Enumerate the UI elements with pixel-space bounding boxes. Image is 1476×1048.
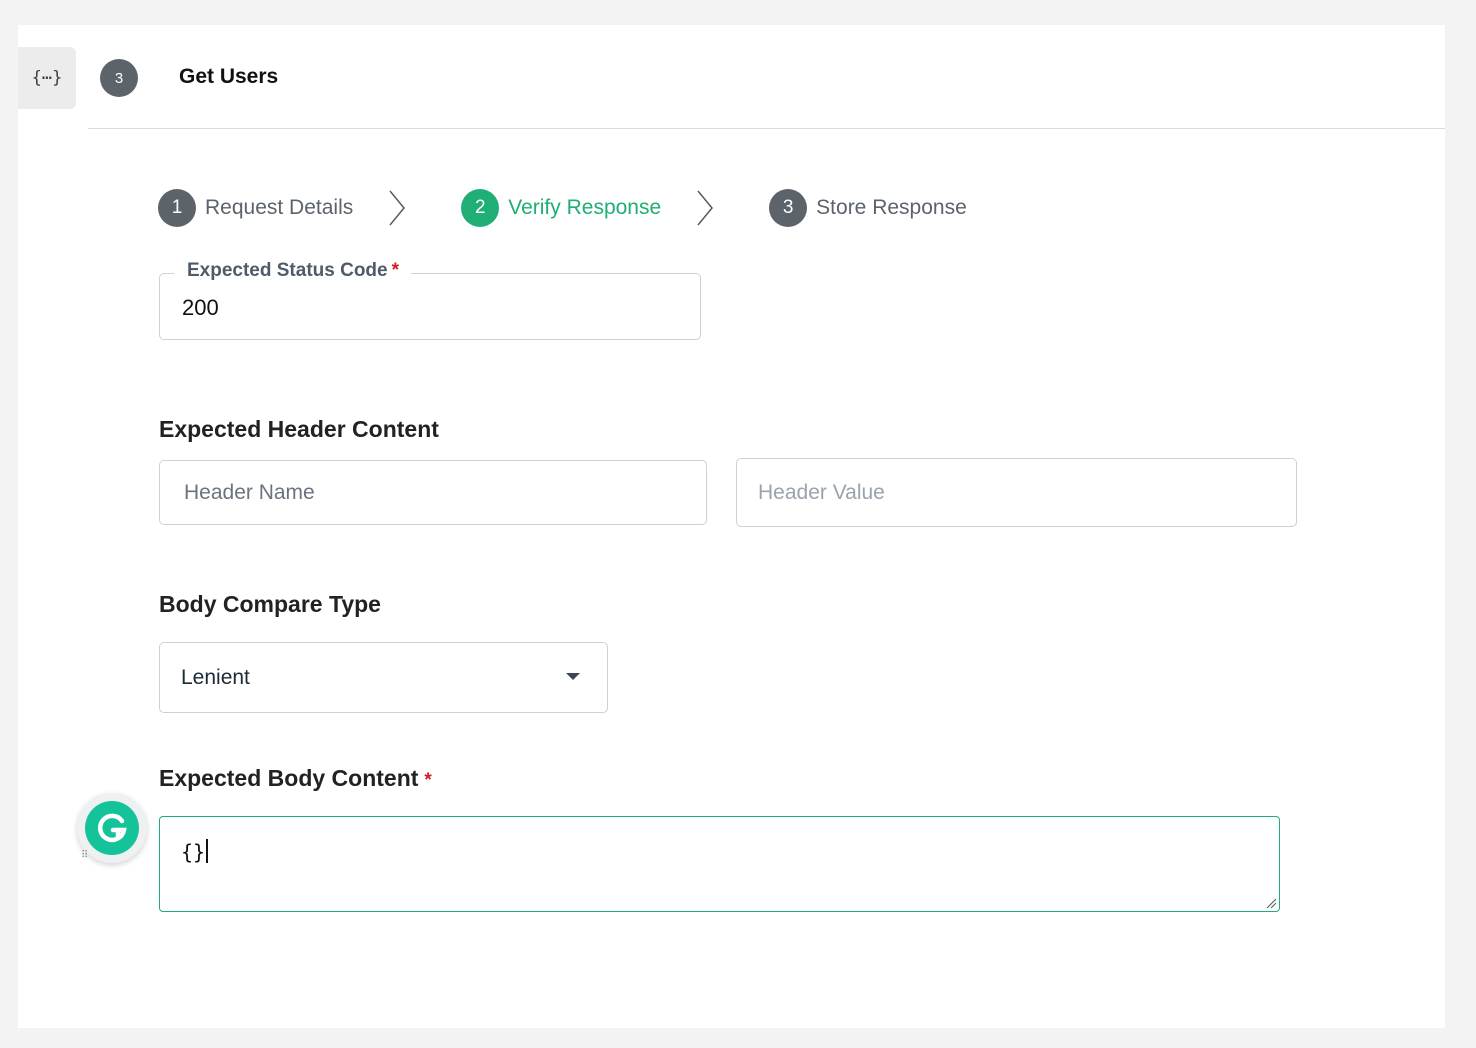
curly-braces-icon[interactable]: {⋯} [18,47,76,109]
expected-body-content-textarea[interactable]: {} [159,816,1280,912]
drag-handle-icon[interactable]: ⠿ [81,851,88,861]
step-label: Verify Response [508,196,662,219]
stepper: 1 Request Details 2 Verify Response 3 St… [158,188,967,228]
required-mark: * [424,770,432,791]
grammarly-icon[interactable]: ⠿ [77,793,147,863]
curly-braces-glyph: {⋯} [31,68,63,88]
body-content-label: Expected Body Content * [159,765,432,792]
body-content-text: {} [181,840,206,864]
body-compare-type-select[interactable]: Lenient [159,642,608,713]
text-cursor [206,839,208,863]
header-value-input[interactable]: Header Value [736,458,1297,527]
step-label: Request Details [205,196,354,219]
request-card: {⋯} 3 Get Users 1 Request Details 2 Veri… [18,25,1445,1028]
step-number: 2 [461,189,500,227]
expected-status-code-field[interactable]: Expected Status Code * 200 [159,260,701,340]
body-content-label-text: Expected Body Content [159,765,419,791]
required-mark: * [391,260,400,281]
grammarly-badge [85,801,139,855]
body-compare-selected-value: Lenient [181,665,250,689]
body-compare-type-label: Body Compare Type [159,591,381,617]
body-content-value: {} [181,839,208,864]
resize-handle-icon[interactable] [1265,897,1277,909]
step-store-response[interactable]: 3 Store Response [769,189,967,227]
header-name-input[interactable]: Header Name [159,460,707,525]
header-content-label: Expected Header Content [159,416,439,442]
grammarly-g-icon [97,813,127,843]
step-number: 3 [769,189,808,227]
caret-down-icon [566,673,580,680]
header-name-placeholder: Header Name [184,480,315,504]
step-number: 1 [158,189,196,227]
step-verify-response[interactable]: 2 Verify Response [461,189,661,227]
request-order-badge: 3 [100,59,138,97]
request-order-number: 3 [114,69,124,87]
step-label: Store Response [816,196,967,219]
chevron-right-icon [389,190,406,226]
status-code-value: 200 [182,295,219,320]
status-code-label: Expected Status Code * [174,260,412,282]
chevron-right-icon [697,190,714,226]
header-divider [88,128,1445,129]
request-title: Get Users [179,65,279,88]
header-value-placeholder: Header Value [758,480,885,504]
step-request-details[interactable]: 1 Request Details [158,189,353,227]
status-code-label-text: Expected Status Code [187,260,388,281]
